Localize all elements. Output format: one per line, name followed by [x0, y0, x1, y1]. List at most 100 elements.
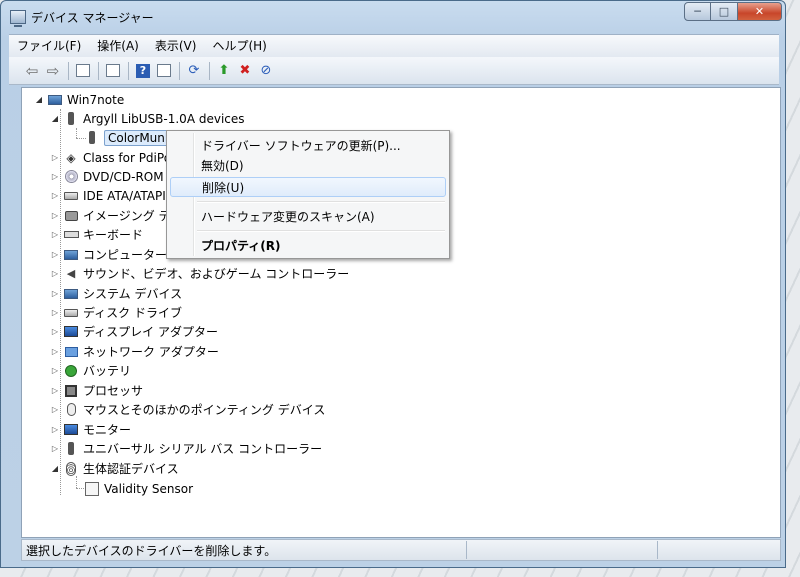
expand-icon[interactable]: ▷: [50, 366, 60, 375]
forward-button[interactable]: ⇨: [44, 62, 62, 80]
context-menu: ドライバー ソフトウェアの更新(P)... 無効(D) 削除(U) ハードウェア…: [166, 130, 450, 259]
tree-row-label: Validity Sensor: [104, 481, 194, 496]
tree-row-label: Class for PdiPo: [83, 150, 172, 165]
expand-icon[interactable]: ▷: [50, 405, 60, 414]
tree-row[interactable]: ▷ プロセッサ: [50, 381, 143, 400]
expand-icon[interactable]: ▷: [50, 230, 60, 239]
menu-file[interactable]: ファイル(F): [9, 36, 89, 56]
tree-row[interactable]: ▷ イメージング デ: [50, 206, 171, 225]
tree-row[interactable]: ▷ ◀ サウンド、ビデオ、およびゲーム コントローラー: [50, 264, 349, 283]
context-menu-disable[interactable]: 無効(D): [170, 155, 446, 175]
expand-icon[interactable]: ▷: [50, 444, 60, 453]
console-tree-icon: [76, 64, 90, 77]
context-menu-properties[interactable]: プロパティ(R): [170, 235, 446, 255]
expand-icon[interactable]: ▷: [50, 269, 60, 278]
expand-icon[interactable]: ▷: [50, 289, 60, 298]
battery-icon: [63, 363, 79, 379]
collapse-icon[interactable]: ◢: [34, 95, 44, 104]
tree-root-row[interactable]: ◢ Win7note: [34, 90, 124, 109]
drive-icon: [63, 188, 79, 204]
drive-icon: [63, 305, 79, 321]
minimize-button[interactable]: ─: [684, 2, 711, 21]
toolbar-separator: [68, 61, 69, 80]
expand-icon[interactable]: ▷: [50, 386, 60, 395]
tree-row[interactable]: Validity Sensor: [84, 479, 193, 498]
tree-row-label: マウスとそのほかのポインティング デバイス: [83, 403, 326, 417]
menu-view[interactable]: 表示(V): [147, 36, 205, 56]
menu-bar: ファイル(F) 操作(A) 表示(V) ヘルプ(H): [9, 34, 779, 57]
tree-row[interactable]: ▷ システム デバイス: [50, 284, 182, 303]
context-menu-scan-hardware[interactable]: ハードウェア変更のスキャン(A): [170, 206, 446, 226]
usb-icon: [63, 441, 79, 457]
action-pane-button[interactable]: [155, 62, 173, 80]
tree-row-selected[interactable]: ColorMunki: [84, 128, 180, 147]
keyboard-icon: [63, 227, 79, 243]
toolbar: ⇦ ⇨ ? ⟳ ⬆ ✖ ⊘: [9, 57, 779, 85]
window-title: デバイス マネージャー: [31, 11, 154, 25]
tree-row-label: モニター: [83, 423, 132, 437]
update-driver-icon: ⬆: [218, 63, 230, 78]
tree-row[interactable]: ▷ ユニバーサル シリアル バス コントローラー: [50, 439, 322, 458]
disable-icon: ⊘: [260, 63, 272, 78]
maximize-button[interactable]: □: [711, 2, 738, 21]
disc-icon: [63, 169, 79, 185]
expand-icon[interactable]: ▷: [50, 250, 60, 259]
menu-action[interactable]: 操作(A): [89, 36, 147, 56]
properties-button[interactable]: [104, 62, 122, 80]
toolbar-separator: [179, 61, 180, 80]
usb-icon: [63, 111, 79, 127]
tree-row[interactable]: ▷ ネットワーク アダプター: [50, 342, 219, 361]
expand-icon[interactable]: ▷: [50, 172, 60, 181]
tree-row[interactable]: ▷ ディスク ドライブ: [50, 303, 182, 322]
action-pane-icon: [157, 64, 171, 77]
update-driver-button[interactable]: ⬆: [215, 62, 233, 80]
disable-button[interactable]: ⊘: [257, 62, 275, 80]
tree-row[interactable]: ▷ キーボード: [50, 225, 143, 244]
status-text: 選択したデバイスのドライバーを削除します。: [26, 543, 277, 558]
tree-row-label: DVD/CD-ROM: [83, 169, 164, 184]
tree-row[interactable]: ▷ IDE ATA/ATAPI: [50, 186, 166, 205]
expand-icon[interactable]: ▷: [50, 347, 60, 356]
collapse-icon[interactable]: ◢: [50, 114, 60, 123]
tree-row[interactable]: ▷ ◈ Class for PdiPo: [50, 148, 171, 167]
help-button[interactable]: ?: [134, 62, 152, 80]
tree-row[interactable]: ▷ バッテリ: [50, 361, 131, 380]
show-hide-console-tree-button[interactable]: [74, 62, 92, 80]
context-menu-update-driver[interactable]: ドライバー ソフトウェアの更新(P)...: [170, 135, 446, 155]
camera-icon: [63, 208, 79, 224]
back-button[interactable]: ⇦: [23, 62, 41, 80]
scan-hardware-button[interactable]: ⟳: [185, 62, 203, 80]
speaker-icon: ◀: [66, 267, 76, 280]
expand-icon[interactable]: ▷: [50, 211, 60, 220]
title-bar[interactable]: デバイス マネージャー ─ □ ✕: [1, 1, 785, 33]
tree-row[interactable]: ▷ ディスプレイ アダプター: [50, 322, 218, 341]
tree-row[interactable]: ◢ Argyll LibUSB-1.0A devices: [50, 109, 245, 128]
expand-icon[interactable]: ▷: [50, 153, 60, 162]
scan-hardware-icon: ⟳: [188, 63, 200, 78]
window-controls: ─ □ ✕: [684, 2, 782, 21]
context-menu-uninstall[interactable]: 削除(U): [170, 177, 446, 197]
menu-help[interactable]: ヘルプ(H): [204, 36, 274, 56]
toolbar-separator: [209, 61, 210, 80]
tree-row[interactable]: ▷ マウスとそのほかのポインティング デバイス: [50, 400, 325, 419]
monitor-icon: [63, 422, 79, 438]
help-icon: ?: [136, 63, 150, 78]
uninstall-button[interactable]: ✖: [236, 62, 254, 80]
context-menu-separator: [197, 230, 445, 232]
mouse-icon: [63, 402, 79, 418]
usb-icon: [84, 130, 100, 146]
tree-row[interactable]: ◢ 生体認証デバイス: [50, 459, 179, 478]
tree-row[interactable]: ▷ モニター: [50, 420, 131, 439]
expand-icon[interactable]: ▷: [50, 191, 60, 200]
status-pane: [657, 541, 780, 559]
tree-row[interactable]: ▷ コンピューター: [50, 245, 167, 264]
collapse-icon[interactable]: ◢: [50, 464, 60, 473]
tree-row-label: ディスク ドライブ: [83, 306, 182, 320]
device-manager-app-icon[interactable]: [10, 10, 26, 27]
close-button[interactable]: ✕: [738, 2, 782, 21]
expand-icon[interactable]: ▷: [50, 327, 60, 336]
expand-icon[interactable]: ▷: [50, 308, 60, 317]
tree-row[interactable]: ▷ DVD/CD-ROM: [50, 167, 164, 186]
expand-icon[interactable]: ▷: [50, 425, 60, 434]
tree-row-label: Argyll LibUSB-1.0A devices: [83, 111, 245, 126]
